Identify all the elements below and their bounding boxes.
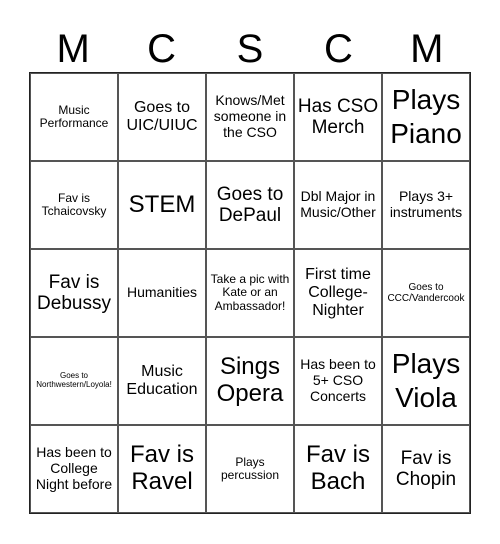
bingo-cell[interactable]: Goes to UIC/UIUC <box>118 73 206 161</box>
bingo-cell[interactable]: Knows/Met someone in the CSO <box>206 73 294 161</box>
bingo-cell[interactable]: Fav is Ravel <box>118 425 206 513</box>
bingo-cell[interactable]: Goes to DePaul <box>206 161 294 249</box>
bingo-cell[interactable]: Fav is Tchaicovsky <box>30 161 118 249</box>
bingo-cell[interactable]: Dbl Major in Music/Other <box>294 161 382 249</box>
header-letter-5: M <box>410 27 444 71</box>
bingo-cell[interactable]: Plays Piano <box>382 73 470 161</box>
bingo-cell[interactable]: Music Education <box>118 337 206 425</box>
bingo-cell[interactable]: Plays 3+ instruments <box>382 161 470 249</box>
header-letter-4: C <box>323 27 353 71</box>
bingo-cell[interactable]: Goes to Northwestern/Loyola! <box>30 337 118 425</box>
bingo-cell[interactable]: Has been to College Night before <box>30 425 118 513</box>
bingo-cell[interactable]: Humanities <box>118 249 206 337</box>
bingo-cell[interactable]: Fav is Debussy <box>30 249 118 337</box>
bingo-cell[interactable]: STEM <box>118 161 206 249</box>
bingo-board: Music Performance Goes to UIC/UIUC Knows… <box>29 72 471 514</box>
bingo-cell[interactable]: Fav is Bach <box>294 425 382 513</box>
bingo-cell[interactable]: Take a pic with Kate or an Ambassador! <box>206 249 294 337</box>
bingo-cell[interactable]: Fav is Chopin <box>382 425 470 513</box>
header-letter-1: M <box>56 27 90 71</box>
bingo-cell[interactable]: Music Performance <box>30 73 118 161</box>
bingo-cell[interactable]: Has been to 5+ CSO Concerts <box>294 337 382 425</box>
bingo-cell[interactable]: Sings Opera <box>206 337 294 425</box>
header-letter-3: S <box>236 27 264 71</box>
bingo-cell[interactable]: Has CSO Merch <box>294 73 382 161</box>
bingo-cell[interactable]: Plays percussion <box>206 425 294 513</box>
bingo-header: M C S C M <box>29 26 471 72</box>
bingo-cell[interactable]: First time College-Nighter <box>294 249 382 337</box>
bingo-cell[interactable]: Goes to CCC/Vandercook <box>382 249 470 337</box>
bingo-cell[interactable]: Plays Viola <box>382 337 470 425</box>
header-letter-2: C <box>147 27 177 71</box>
